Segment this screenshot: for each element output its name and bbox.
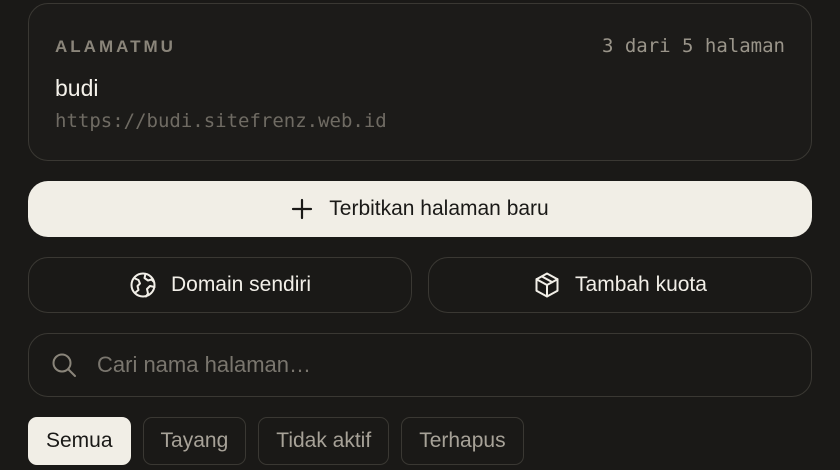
custom-domain-label: Domain sendiri: [170, 273, 312, 296]
address-label: ALAMATMU: [55, 37, 176, 56]
filter-tabs: Semua Tayang Tidak aktif Terhapus: [28, 417, 524, 465]
add-quota-button[interactable]: Tambah kuota: [428, 257, 812, 313]
site-name: budi: [55, 75, 99, 101]
search-input[interactable]: [95, 334, 811, 396]
plus-icon: [291, 198, 313, 220]
site-url: https://budi.sitefrenz.web.id: [55, 110, 387, 132]
filter-chip-tidak-aktif[interactable]: Tidak aktif: [258, 417, 390, 465]
add-quota-label: Tambah kuota: [575, 273, 707, 296]
filter-chip-terhapus[interactable]: Terhapus: [401, 417, 524, 465]
filter-chip-tayang[interactable]: Tayang: [142, 417, 247, 465]
custom-domain-button[interactable]: Domain sendiri: [28, 257, 412, 313]
box-icon: [533, 271, 561, 299]
address-card: ALAMATMU 3 dari 5 halaman budi https://b…: [28, 3, 812, 161]
page-count: 3 dari 5 halaman: [601, 35, 785, 57]
publish-new-page-button[interactable]: Terbitkan halaman baru: [28, 181, 812, 237]
search-icon: [51, 352, 77, 378]
filter-chip-semua[interactable]: Semua: [28, 417, 131, 465]
search-box: [28, 333, 812, 397]
publish-button-label: Terbitkan halaman baru: [329, 197, 549, 220]
globe-icon: [129, 271, 157, 299]
